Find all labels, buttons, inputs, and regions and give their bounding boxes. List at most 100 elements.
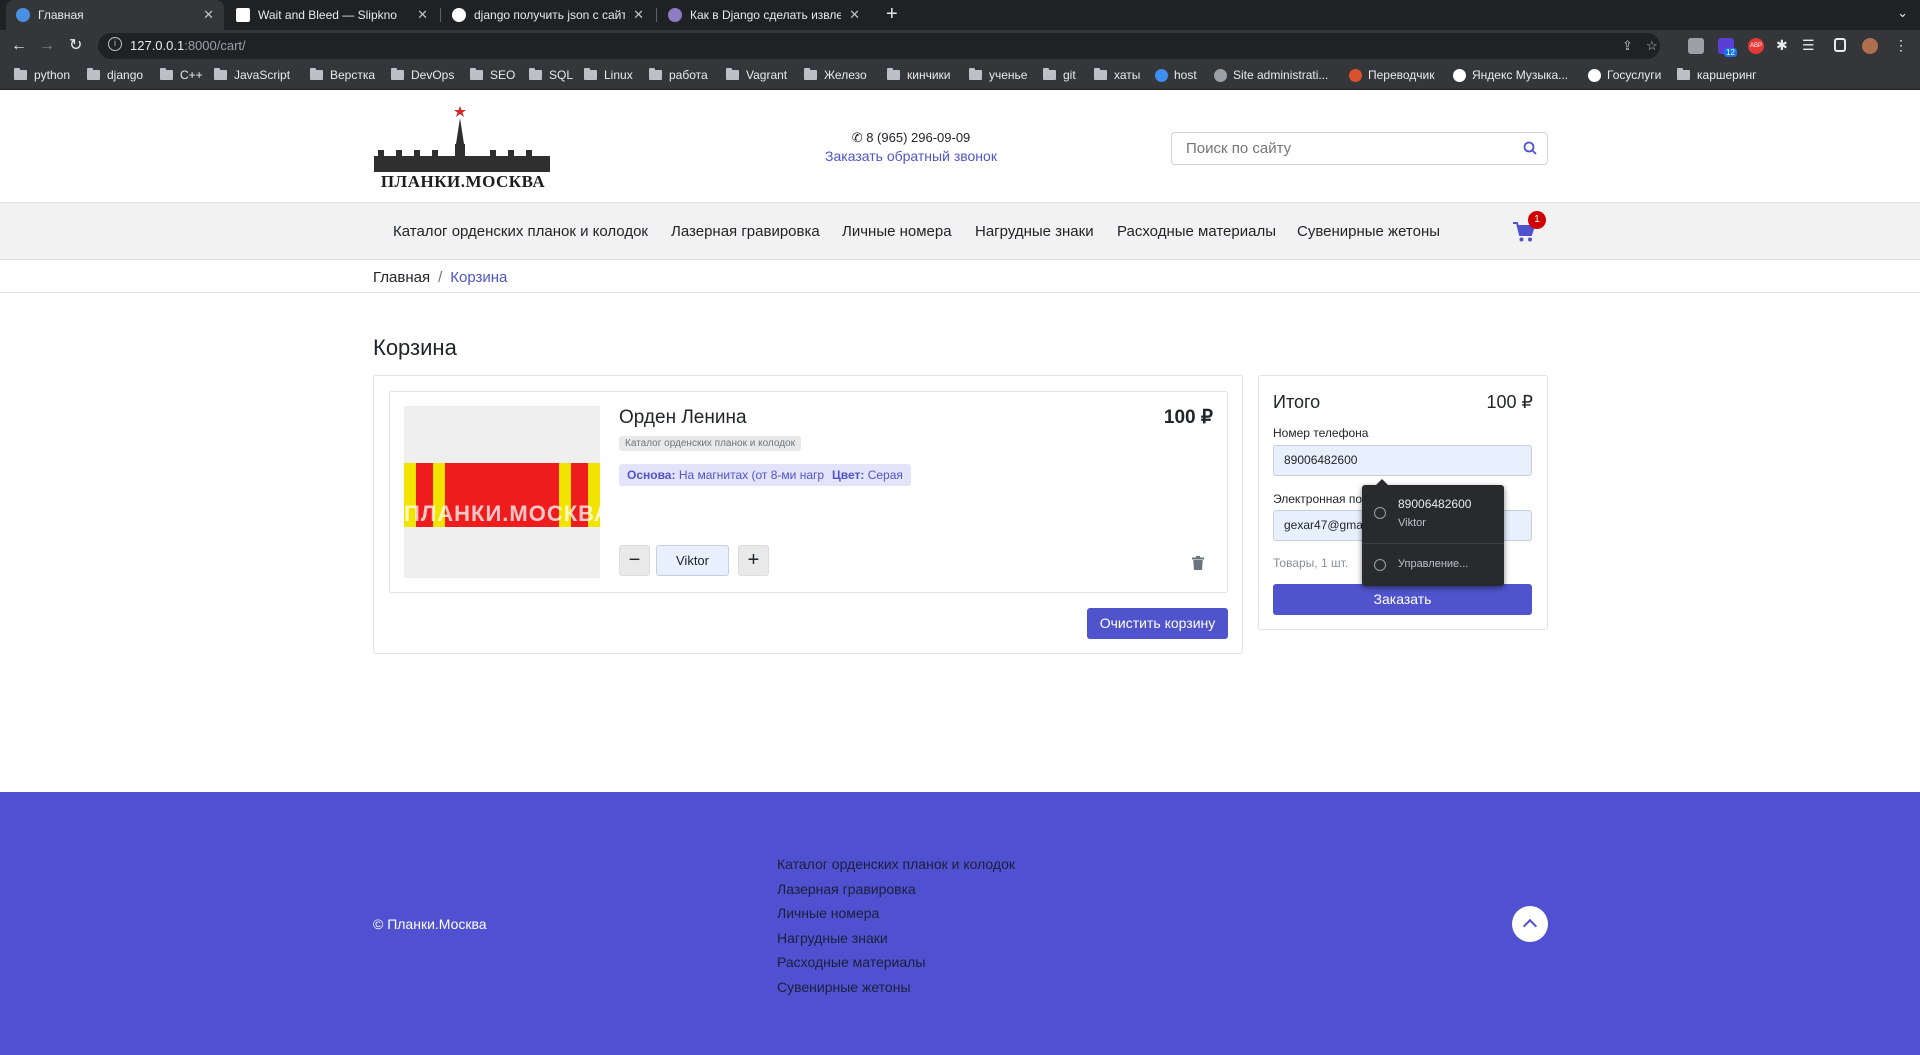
product-image[interactable]: ПЛАНКИ.МОСКВА [404,406,600,578]
screenshot-icon[interactable] [1688,38,1704,54]
sidebar-icon[interactable] [1834,38,1846,52]
autofill-suggestion[interactable]: 89006482600 [1398,497,1471,511]
logo[interactable]: ПЛАНКИ.МОСКВА [372,104,554,196]
tab-google[interactable]: django получить json с сайта ✕ [442,0,654,30]
share-icon[interactable]: ⇪ [1622,38,1633,54]
bookmark-item[interactable]: C++ [160,68,203,82]
bookmark-item[interactable]: python [14,68,70,82]
bookmark-item[interactable]: django [87,68,143,82]
option-badge-base: Основа: На магнитах (от 8-ми наград) [619,464,850,486]
nav-item-tokens[interactable]: Сувенирные жетоны [1297,223,1440,240]
bookmark-item[interactable]: Госуслуги [1588,68,1661,82]
tab-home[interactable]: Главная ✕ [6,0,224,30]
clear-cart-button[interactable]: Очистить корзину [1087,608,1228,639]
bookmark-item[interactable]: Vagrant [726,68,787,82]
logo-crenel [414,150,420,156]
bookmark-item[interactable]: JavaScript [214,68,290,82]
new-tab-icon[interactable]: + [886,3,898,26]
footer-link-catalog[interactable]: Каталог орденских планок и колодок [777,852,1015,877]
bookmark-item[interactable]: Железо [804,68,867,82]
avatar[interactable] [1862,38,1878,54]
search-icon[interactable] [1523,141,1537,155]
bookmark-item[interactable]: Яндекс Музыка... [1453,68,1568,82]
image-watermark: ПЛАНКИ.МОСКВА [404,501,600,526]
bookmark-label: работа [669,68,708,82]
close-icon[interactable]: ✕ [633,7,644,23]
page-title: Корзина [373,335,457,360]
star-icon[interactable]: ☆ [1646,38,1658,54]
bookmark-item[interactable]: SEO [470,68,515,82]
back-icon[interactable]: ← [11,36,27,56]
nav-item-badges[interactable]: Нагрудные знаки [975,223,1094,240]
quantity-decrease-button[interactable]: − [619,545,650,576]
footer-link-supplies[interactable]: Расходные материалы [777,950,1015,975]
callback-link[interactable]: Заказать обратный звонок [808,148,1014,164]
bookmark-item[interactable]: Linux [584,68,633,82]
folder-icon [160,68,173,80]
bookmark-item[interactable]: DevOps [391,68,454,82]
footer-link-personal-numbers[interactable]: Личные номера [777,901,1015,926]
adblock-icon[interactable]: ABP [1748,38,1764,54]
search-input[interactable] [1186,140,1506,157]
close-icon[interactable]: ✕ [849,7,860,23]
trash-icon[interactable] [1192,556,1204,570]
logo-crenel [378,150,384,156]
address-bar[interactable]: i 127.0.0.1:8000/cart/ ⇪ ☆ [98,33,1660,59]
bookmark-item[interactable]: Переводчик [1349,68,1435,82]
footer-link-tokens[interactable]: Сувенирные жетоны [777,975,1015,1000]
bookmark-item[interactable]: кинчики [887,68,951,82]
reading-list-icon[interactable]: ☰ [1802,38,1818,54]
folder-icon [391,68,404,80]
chevron-down-icon[interactable]: ⌄ [1897,5,1908,21]
bookmark-item[interactable]: SQL [529,68,573,82]
breadcrumb-separator: / [438,269,443,286]
scroll-to-top-button[interactable] [1512,906,1548,942]
footer-links: Каталог орденских планок и колодок Лазер… [777,852,1015,1000]
forward-icon[interactable]: → [39,36,55,56]
quantity-increase-button[interactable]: + [738,545,769,576]
phone-field[interactable]: 89006482600 [1273,445,1532,476]
bookmark-label: django [107,68,144,82]
breadcrumb-home[interactable]: Главная [373,269,430,286]
site-icon [1588,68,1601,82]
bookmark-item[interactable]: хаты [1094,68,1140,82]
tab-music[interactable]: Wait and Bleed — Slipkno ✕ [226,0,438,30]
autofill-manage[interactable]: Управление... [1398,558,1468,570]
bookmark-label: Яндекс Музыка... [1472,68,1569,82]
tab-title: Wait and Bleed — Slipkno [258,8,397,22]
email-label: Электронная по [1273,492,1363,506]
folder-icon [887,68,900,80]
folder-icon [214,68,227,80]
nav-item-personal-numbers[interactable]: Личные номера [842,223,952,240]
nav-item-supplies[interactable]: Расходные материалы [1117,223,1276,240]
phone-label: Номер телефона [1273,426,1369,440]
bookmark-label: Железо [824,68,867,82]
bookmark-item[interactable]: Site administrati... [1214,68,1328,82]
menu-icon[interactable]: ⋮ [1894,38,1910,54]
close-icon[interactable]: ✕ [203,7,214,23]
close-icon[interactable]: ✕ [417,7,428,23]
bookmark-item[interactable]: каршеринг [1677,68,1757,82]
autofill-popup: 89006482600 Viktor Управление... [1362,479,1504,586]
nav-item-catalog[interactable]: Каталог орденских планок и колодок [393,223,648,240]
site-footer: © Планки.Москва Каталог орденских планок… [0,792,1920,1055]
puzzle-icon[interactable]: ✱ [1776,38,1792,54]
nav-item-engraving[interactable]: Лазерная гравировка [671,223,820,240]
footer-link-badges[interactable]: Нагрудные знаки [777,926,1015,951]
tab-django[interactable]: Как в Django сделать извле ✕ [658,0,870,30]
play-icon [236,8,250,22]
site-icon [1349,68,1362,82]
footer-link-engraving[interactable]: Лазерная гравировка [777,877,1015,902]
bookmark-item[interactable]: Верстка [310,68,375,82]
tab-title: Главная [38,8,84,22]
order-button[interactable]: Заказать [1273,584,1532,615]
bookmark-item[interactable]: git [1043,68,1076,82]
product-title[interactable]: Орден Ленина [619,407,747,429]
quantity-input[interactable]: Viktor [656,545,729,576]
bookmark-item[interactable]: host [1155,68,1197,82]
info-icon[interactable]: i [108,37,122,51]
bookmark-item[interactable]: ученье [969,68,1027,82]
reload-icon[interactable]: ↻ [69,36,82,56]
bookmark-item[interactable]: работа [649,68,708,82]
phone-number[interactable]: ✆ 8 (965) 296-09-09 [820,130,1002,146]
